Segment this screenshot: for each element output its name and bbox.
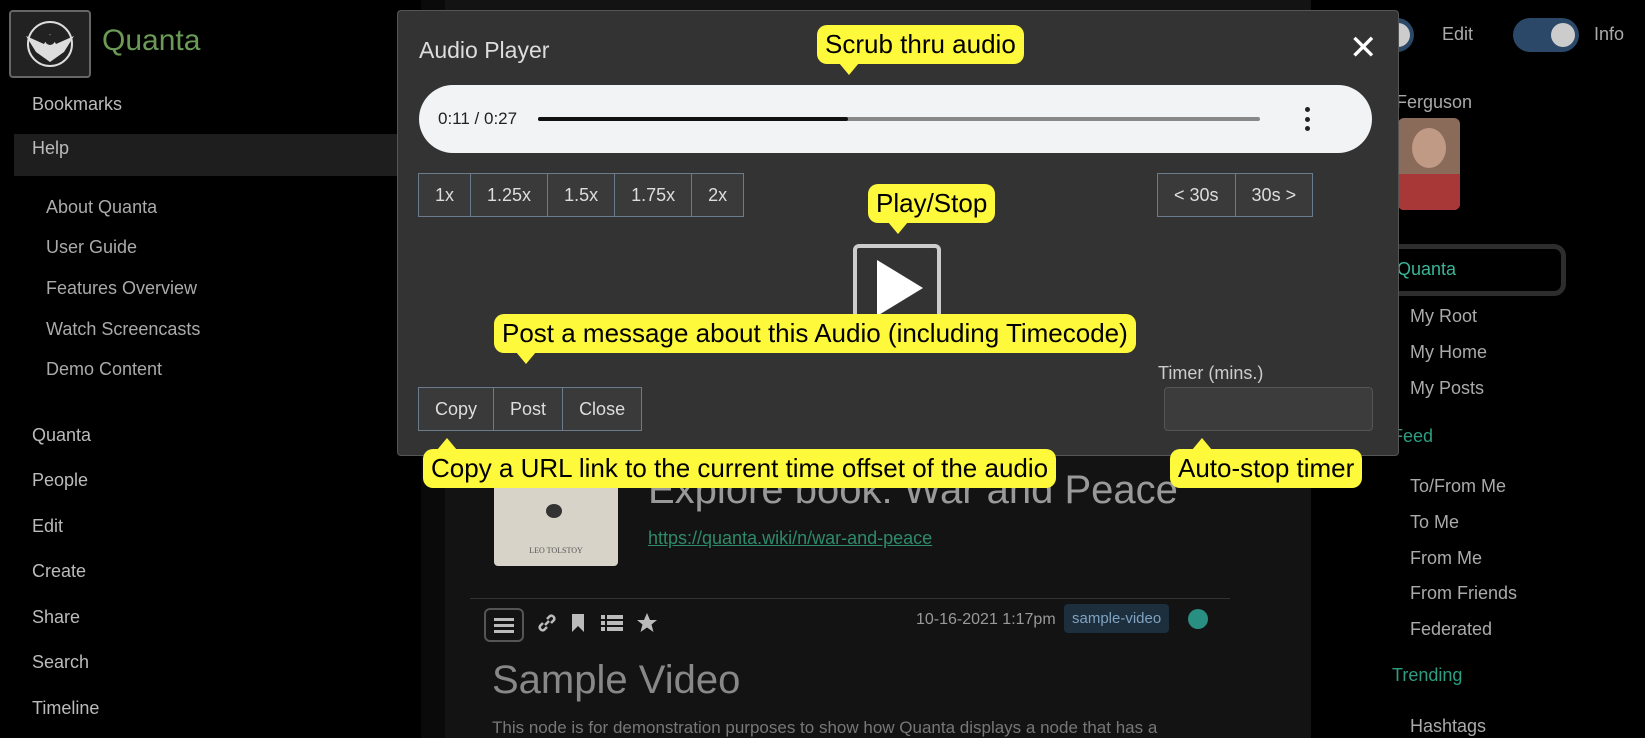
copy-button[interactable]: Copy	[418, 387, 495, 431]
divider	[470, 598, 1230, 599]
help-item-highlight	[14, 134, 400, 176]
sidebar-item-help[interactable]: Help	[32, 138, 69, 159]
speed-1-75x-button[interactable]: 1.75x	[614, 173, 693, 217]
callout-timer: Auto-stop timer	[1170, 438, 1363, 488]
info-toggle-label: Info	[1594, 24, 1625, 44]
app-logo[interactable]	[9, 10, 91, 78]
feed-to-me[interactable]: To Me	[1410, 512, 1459, 533]
menu-my-root[interactable]: My Root	[1410, 306, 1477, 327]
sidebar-item-edit[interactable]: Edit	[32, 516, 63, 537]
feed-to-from-me[interactable]: To/From Me	[1410, 476, 1506, 497]
eagle-logo-icon	[26, 21, 74, 67]
callout-timer-text: Auto-stop timer	[1178, 453, 1355, 483]
audio-control-bar[interactable]: 0:11 / 0:27	[419, 85, 1372, 153]
sidebar-item-search[interactable]: Search	[32, 652, 89, 673]
menu-my-posts[interactable]: My Posts	[1410, 378, 1484, 399]
info-toggle[interactable]	[1513, 18, 1579, 52]
quanta-pill-label: Quanta	[1397, 259, 1457, 279]
menu-my-home[interactable]: My Home	[1410, 342, 1487, 363]
callout-post-tail	[516, 352, 536, 364]
info-toggle-knob	[1551, 23, 1575, 47]
node-link[interactable]: https://quanta.wiki/n/war-and-peace	[648, 528, 932, 549]
callout-play-text: Play/Stop	[876, 188, 988, 218]
username[interactable]: Ferguson	[1396, 92, 1472, 113]
edit-toggle-label: Edit	[1442, 24, 1474, 44]
close-button[interactable]: Close	[562, 387, 643, 431]
node-date: 10-16-2021 1:17pm	[916, 611, 1056, 628]
trending-hashtags[interactable]: Hashtags	[1410, 716, 1486, 737]
callout-copy: Copy a URL link to the current time offs…	[423, 438, 1057, 488]
close-icon[interactable]: ✕	[1349, 31, 1378, 65]
callout-play-tail	[888, 222, 908, 234]
callout-copy-tail	[437, 438, 457, 450]
list-icon[interactable]	[600, 612, 624, 634]
sidebar-item-timeline[interactable]: Timeline	[32, 698, 99, 719]
quanta-pill[interactable]: Quanta	[1380, 244, 1566, 296]
speed-1x-button[interactable]: 1x	[418, 173, 472, 217]
post-button[interactable]: Post	[493, 387, 564, 431]
skip-button-group: < 30s 30s >	[1157, 173, 1314, 217]
app-title[interactable]: Quanta	[102, 24, 200, 58]
help-item-about[interactable]: About Quanta	[46, 197, 157, 218]
speed-button-group: 1x 1.25x 1.5x 1.75x 2x	[418, 173, 745, 217]
link-icon[interactable]	[536, 612, 558, 634]
avatar[interactable]	[1398, 118, 1460, 210]
edit-node-button[interactable]	[484, 608, 524, 642]
help-item-demo[interactable]: Demo Content	[46, 359, 162, 380]
callout-scrub-tail	[839, 63, 859, 75]
audio-time: 0:11 / 0:27	[438, 109, 518, 128]
help-item-features[interactable]: Features Overview	[46, 278, 197, 299]
book-cover-emblem	[546, 504, 562, 518]
trending-heading[interactable]: Trending	[1392, 665, 1462, 686]
help-item-screencasts[interactable]: Watch Screencasts	[46, 319, 200, 340]
speed-1-5x-button[interactable]: 1.5x	[547, 173, 616, 217]
feed-from-me[interactable]: From Me	[1410, 548, 1482, 569]
speed-2x-button[interactable]: 2x	[691, 173, 745, 217]
callout-copy-text: Copy a URL link to the current time offs…	[431, 453, 1049, 483]
help-item-user-guide[interactable]: User Guide	[46, 237, 137, 258]
sidebar-item-people[interactable]: People	[32, 470, 88, 491]
callout-scrub: Scrub thru audio	[817, 25, 1024, 75]
dialog-title: Audio Player	[419, 37, 550, 63]
node-tag[interactable]: sample-video	[1064, 604, 1170, 633]
feed-federated[interactable]: Federated	[1410, 619, 1492, 640]
audio-progress	[538, 117, 849, 121]
avatar-shirt	[1398, 174, 1460, 210]
star-icon[interactable]	[636, 612, 658, 634]
skip-forward-button[interactable]: 30s >	[1234, 173, 1314, 217]
bookmark-icon[interactable]	[570, 612, 586, 634]
sidebar-item-bookmarks[interactable]: Bookmarks	[32, 94, 122, 115]
sidebar-item-share[interactable]: Share	[32, 607, 80, 628]
text-lines-icon	[494, 618, 514, 621]
speed-1-25x-button[interactable]: 1.25x	[470, 173, 549, 217]
skip-back-button[interactable]: < 30s	[1157, 173, 1236, 217]
node2-title: Sample Video	[492, 658, 741, 702]
globe-icon[interactable]	[1188, 609, 1208, 629]
callout-scrub-text: Scrub thru audio	[825, 29, 1016, 59]
callout-play: Play/Stop	[868, 184, 996, 234]
sidebar-item-create[interactable]: Create	[32, 561, 86, 582]
callout-timer-tail	[1192, 438, 1212, 450]
timer-label: Timer (mins.)	[1158, 363, 1264, 383]
audio-scrubber[interactable]	[538, 117, 1260, 121]
callout-post-text: Post a message about this Audio (includi…	[502, 318, 1128, 348]
node2-text: This node is for demonstration purposes …	[492, 718, 1158, 737]
feed-from-friends[interactable]: From Friends	[1410, 583, 1517, 604]
avatar-head	[1412, 128, 1446, 168]
action-button-group: Copy Post Close	[418, 387, 643, 431]
book-cover-text: LEO TOLSTOY	[529, 546, 583, 555]
callout-post: Post a message about this Audio (includi…	[494, 314, 1136, 364]
sidebar-item-quanta[interactable]: Quanta	[32, 425, 91, 446]
more-options-icon[interactable]	[1305, 107, 1311, 131]
timer-input[interactable]	[1164, 387, 1373, 431]
